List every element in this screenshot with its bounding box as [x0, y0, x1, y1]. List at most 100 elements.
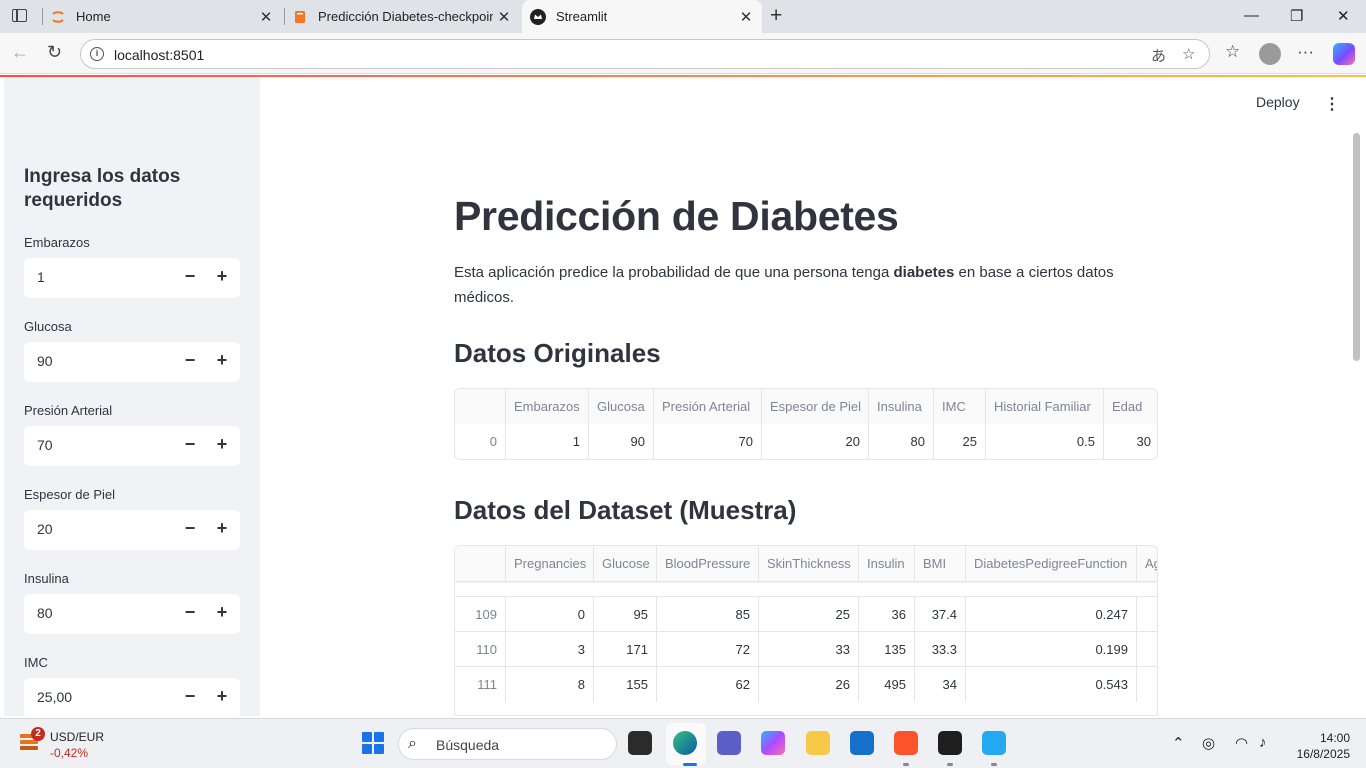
increment-button[interactable]: +	[211, 518, 233, 542]
table-cell[interactable]: 3	[506, 632, 594, 667]
column-header[interactable]: BloodPressure	[657, 546, 759, 581]
original-data-table[interactable]: Embarazos Glucosa Presión Arterial Espes…	[454, 388, 1158, 460]
read-aloud-icon[interactable]: あ	[1151, 45, 1166, 66]
terminal-icon[interactable]	[938, 731, 962, 755]
edge-browser-icon[interactable]	[673, 731, 697, 755]
column-header[interactable]	[455, 389, 506, 424]
brave-browser-icon[interactable]	[894, 731, 918, 755]
file-explorer-icon[interactable]	[806, 731, 830, 755]
deploy-button[interactable]: Deploy	[1256, 94, 1300, 110]
decrement-button[interactable]: −	[179, 266, 201, 290]
table-cell[interactable]: 37.4	[915, 597, 966, 632]
task-view-icon[interactable]	[628, 731, 652, 755]
table-cell[interactable]: 0.543	[966, 667, 1137, 702]
profile-avatar[interactable]	[1259, 43, 1281, 65]
table-cell[interactable]: 1	[506, 424, 589, 459]
table-cell[interactable]: 0.5	[986, 424, 1104, 459]
table-cell[interactable]: 72	[657, 632, 759, 667]
windows-start-icon[interactable]	[362, 732, 384, 754]
network-vpn-icon[interactable]: ◎	[1202, 734, 1215, 752]
copilot-app-icon[interactable]	[761, 731, 785, 755]
increment-button[interactable]: +	[211, 602, 233, 626]
column-header[interactable]: BMI	[915, 546, 966, 581]
favorites-icon[interactable]: ☆	[1225, 42, 1240, 62]
currency-pair[interactable]: USD/EUR	[50, 730, 104, 744]
column-header[interactable]: IMC	[934, 389, 986, 424]
column-header[interactable]: Glucose	[594, 546, 657, 581]
table-cell[interactable]: 8	[506, 667, 594, 702]
store-icon[interactable]	[850, 731, 874, 755]
copilot-icon[interactable]	[1333, 43, 1355, 65]
input-value[interactable]: 80	[37, 605, 53, 621]
decrement-button[interactable]: −	[179, 602, 201, 626]
table-cell[interactable]: 80	[869, 424, 934, 459]
teams-icon[interactable]	[717, 731, 741, 755]
insulina-input[interactable]: 80 − +	[24, 594, 240, 634]
maximize-icon[interactable]: ❐	[1290, 7, 1303, 25]
presion-arterial-input[interactable]: 70 − +	[24, 426, 240, 466]
espesor-piel-input[interactable]: 20 − +	[24, 510, 240, 550]
system-clock[interactable]: 14:00 16/8/2025	[1290, 730, 1350, 762]
table-cell[interactable]: 95	[594, 597, 657, 632]
column-header[interactable]: Ag	[1137, 546, 1157, 581]
increment-button[interactable]: +	[211, 434, 233, 458]
show-hidden-icons-chevron[interactable]: ⌃	[1172, 734, 1185, 752]
wifi-icon[interactable]: ◠	[1235, 734, 1248, 752]
increment-button[interactable]: +	[211, 266, 233, 290]
column-header[interactable]: Glucosa	[589, 389, 654, 424]
table-cell[interactable]: 26	[759, 667, 859, 702]
table-cell[interactable]: 70	[654, 424, 762, 459]
table-cell[interactable]: 85	[657, 597, 759, 632]
table-cell[interactable]: 36	[859, 597, 915, 632]
column-header[interactable]: Edad	[1104, 389, 1157, 424]
column-header[interactable]: DiabetesPedigreeFunction	[966, 546, 1137, 581]
back-icon[interactable]: ←	[11, 42, 29, 63]
increment-button[interactable]: +	[211, 350, 233, 374]
table-cell[interactable]: 20	[762, 424, 869, 459]
table-cell[interactable]	[1137, 597, 1157, 632]
table-cell[interactable]: 30	[1104, 424, 1157, 459]
vscode-icon[interactable]	[982, 731, 1006, 755]
column-header[interactable]	[455, 546, 506, 581]
dataset-table[interactable]: Pregnancies Glucose BloodPressure SkinTh…	[454, 545, 1158, 716]
volume-icon[interactable]: ♪	[1259, 734, 1267, 751]
tab-actions-icon[interactable]	[12, 9, 27, 22]
favorite-star-icon[interactable]: ☆	[1182, 45, 1195, 63]
close-tab-icon[interactable]: ✕	[258, 8, 274, 26]
table-cell[interactable]: 90	[589, 424, 654, 459]
input-value[interactable]: 70	[37, 437, 53, 453]
column-header[interactable]: Embarazos	[506, 389, 589, 424]
decrement-button[interactable]: −	[179, 350, 201, 374]
table-cell[interactable]: 25	[934, 424, 986, 459]
table-cell[interactable]: 33	[759, 632, 859, 667]
table-cell[interactable]: 62	[657, 667, 759, 702]
input-value[interactable]: 25,00	[37, 689, 72, 705]
column-header[interactable]: Pregnancies	[506, 546, 594, 581]
column-header[interactable]: Historial Familiar	[986, 389, 1104, 424]
url-field[interactable]: i localhost:8501 あ ☆	[80, 39, 1210, 69]
main-menu-icon[interactable]: ⋮	[1324, 94, 1340, 114]
column-header[interactable]: Espesor de Piel	[762, 389, 869, 424]
tab-streamlit[interactable]: Streamlit ✕	[522, 0, 762, 33]
table-cell[interactable]: 0.247	[966, 597, 1137, 632]
tab-home[interactable]: Home ✕	[50, 0, 282, 33]
close-tab-icon[interactable]: ✕	[738, 8, 754, 26]
close-window-icon[interactable]: ✕	[1337, 7, 1350, 25]
glucosa-input[interactable]: 90 − +	[24, 342, 240, 382]
table-cell[interactable]: 135	[859, 632, 915, 667]
table-cell[interactable]	[1137, 632, 1157, 667]
table-cell[interactable]: 25	[759, 597, 859, 632]
decrement-button[interactable]: −	[179, 518, 201, 542]
browser-menu-icon[interactable]: ···	[1297, 42, 1314, 62]
column-header[interactable]: Insulina	[869, 389, 934, 424]
table-cell[interactable]: 0.199	[966, 632, 1137, 667]
table-cell[interactable]: 155	[594, 667, 657, 702]
column-header[interactable]: SkinThickness	[759, 546, 859, 581]
input-value[interactable]: 90	[37, 353, 53, 369]
minimize-icon[interactable]: —	[1244, 7, 1259, 24]
increment-button[interactable]: +	[211, 686, 233, 710]
taskbar-search[interactable]: ⌕ Búsqueda	[398, 728, 617, 760]
page-scrollbar[interactable]	[1353, 133, 1360, 361]
table-cell[interactable]: 495	[859, 667, 915, 702]
close-tab-icon[interactable]: ✕	[496, 8, 512, 26]
